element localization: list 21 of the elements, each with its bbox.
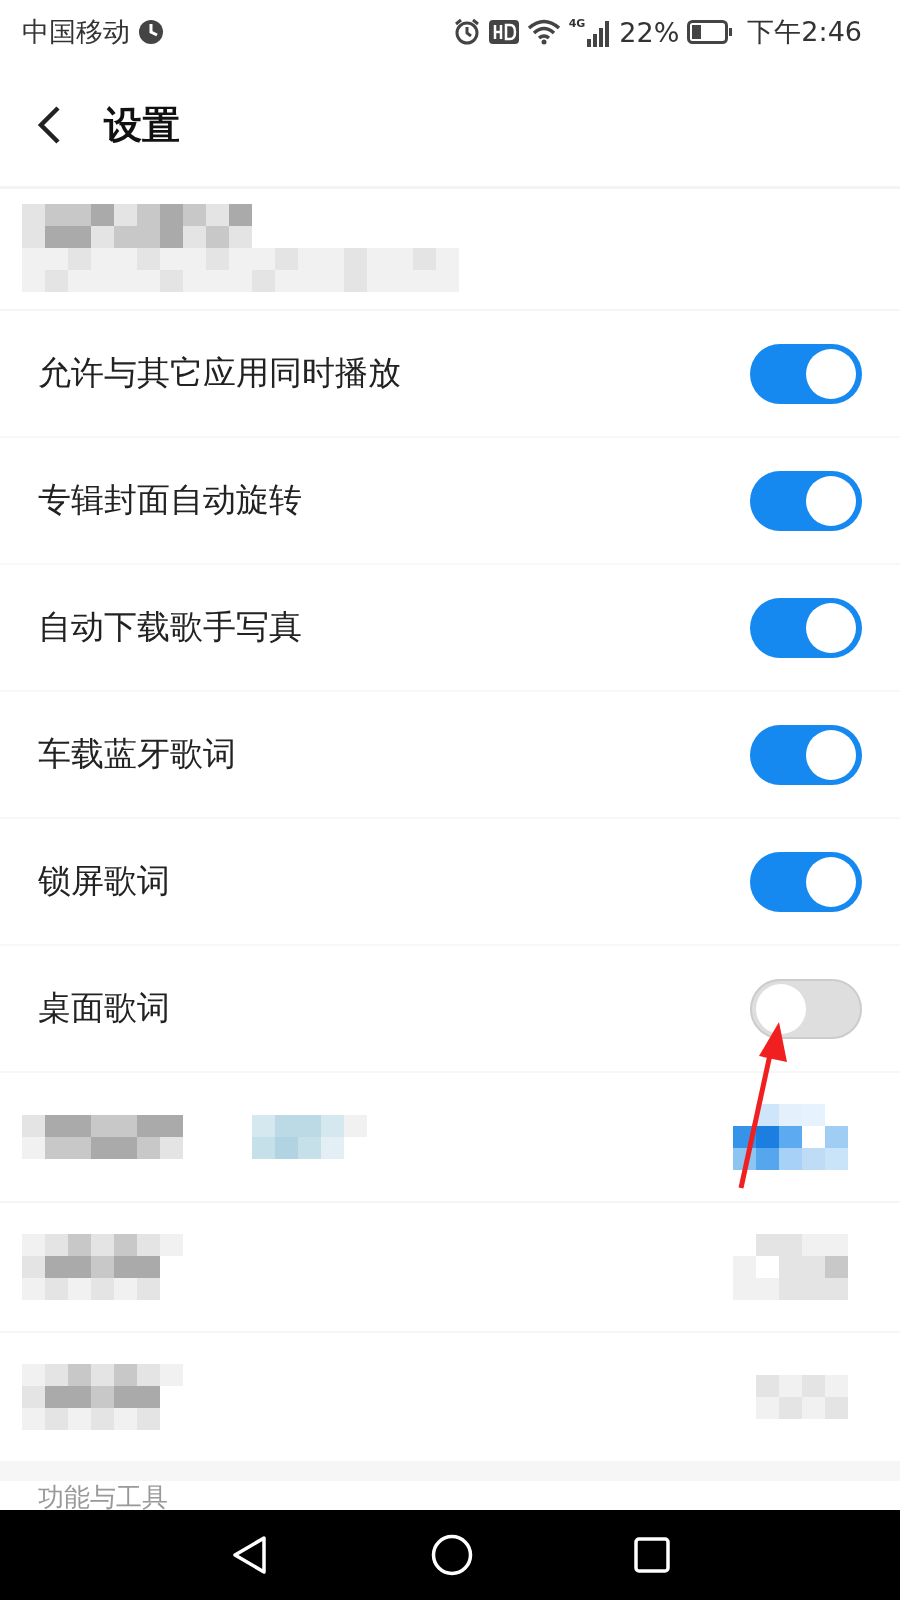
battery-icon [687, 20, 734, 44]
setting-label: 专辑封面自动旋转 [38, 479, 302, 521]
network-type: 4G [568, 17, 586, 30]
setting-label: 车载蓝牙歌词 [38, 733, 236, 775]
page-title: 设置 [104, 101, 180, 149]
clock-time: 下午2:46 [747, 15, 862, 49]
home-icon[interactable] [431, 1534, 473, 1576]
clock-icon [138, 19, 164, 45]
battery-percent: 22% [619, 16, 680, 48]
signal-icon [587, 21, 612, 47]
hd-icon [488, 20, 519, 44]
setting-label: 锁屏歌词 [38, 860, 170, 902]
back-icon[interactable] [36, 105, 62, 145]
wifi-icon [526, 19, 561, 45]
recents-icon[interactable] [633, 1537, 670, 1573]
section-title: 功能与工具 [38, 1484, 168, 1510]
alarm-icon [452, 18, 481, 46]
setting-label: 允许与其它应用同时播放 [38, 352, 401, 394]
carrier-name: 中国移动 [22, 15, 130, 49]
setting-label: 自动下载歌手写真 [38, 606, 302, 648]
setting-label: 桌面歌词 [38, 987, 170, 1029]
